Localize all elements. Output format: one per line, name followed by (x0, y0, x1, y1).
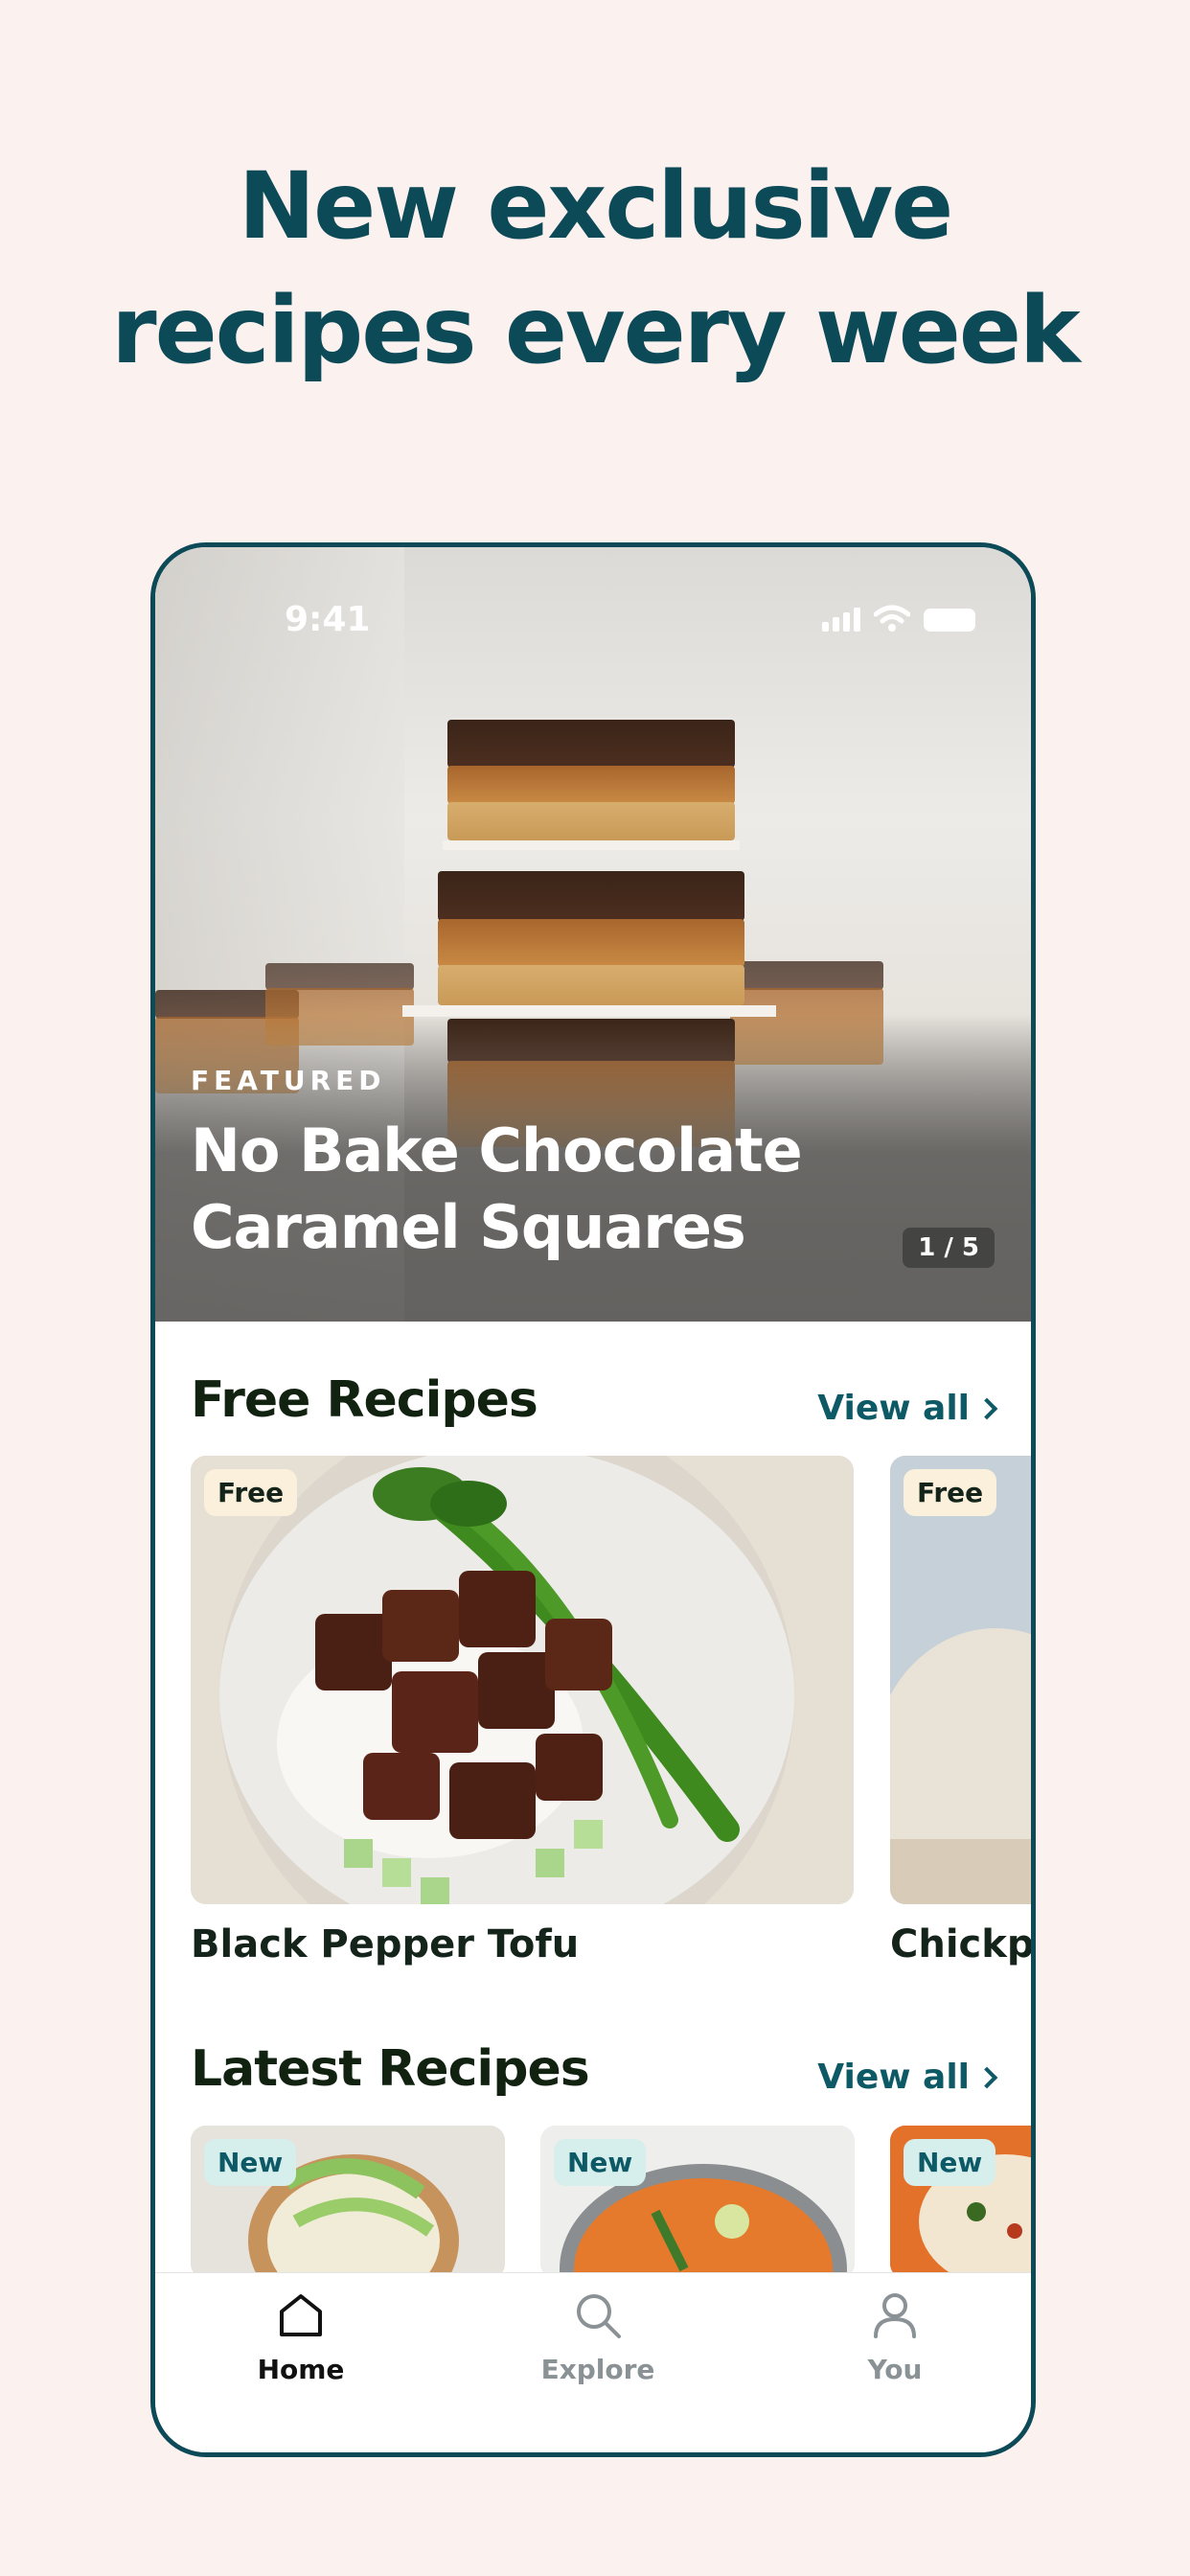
recipe-card-chickpea[interactable]: Free (890, 1456, 1031, 1904)
tab-explore-label: Explore (540, 2354, 655, 2385)
status-time: 9:41 (285, 600, 371, 639)
home-icon (280, 2294, 322, 2336)
latest-recipe-card-3[interactable]: New (890, 2126, 1031, 2279)
recipe-title[interactable]: Black Pepper Tofu (191, 1922, 579, 1966)
featured-label: FEATURED (191, 1065, 386, 1096)
view-all-label: View all (817, 1389, 970, 1428)
headline-line-1: New exclusive (238, 152, 953, 260)
latest-recipe-card-1[interactable]: New (191, 2126, 505, 2279)
free-badge: Free (904, 1469, 997, 1516)
carousel-counter: 1 / 5 (903, 1228, 995, 1268)
featured-title-line-2: Caramel Squares (191, 1192, 746, 1262)
free-recipes-view-all[interactable]: View all (817, 1389, 998, 1428)
status-icons (822, 605, 975, 632)
wifi-icon (874, 605, 910, 632)
view-all-label: View all (817, 2058, 970, 2097)
chevron-right-icon (975, 1397, 998, 1419)
user-icon (874, 2293, 916, 2338)
headline: New exclusive recipes every week (0, 144, 1190, 393)
latest-recipe-card-2[interactable]: New (540, 2126, 855, 2279)
tab-you[interactable]: You (799, 2288, 991, 2385)
recipe-image-chickpea (890, 1456, 1031, 1904)
new-badge: New (554, 2139, 647, 2186)
featured-title: No Bake Chocolate Caramel Squares (191, 1113, 804, 1266)
recipe-title[interactable]: Chickpe (890, 1922, 1031, 1966)
tab-explore[interactable]: Explore (502, 2288, 694, 2385)
free-recipes-title: Free Recipes (191, 1371, 538, 1429)
tab-bar: Home Explore You (155, 2272, 1031, 2452)
recipe-card-black-pepper-tofu[interactable]: Free (191, 1456, 854, 1904)
recipe-image-tofu (191, 1456, 854, 1904)
tab-home-label: Home (257, 2354, 345, 2385)
featured-hero[interactable]: 9:41 FEATURED No Bake Chocolate Caramel … (155, 547, 1031, 1322)
new-badge: New (204, 2139, 297, 2186)
tab-you-label: You (867, 2354, 923, 2385)
free-badge: Free (204, 1469, 298, 1516)
tab-home[interactable]: Home (205, 2288, 397, 2385)
latest-recipes-title: Latest Recipes (191, 2040, 590, 2098)
signal-icon (822, 608, 860, 632)
battery-icon (924, 609, 975, 632)
headline-line-2: recipes every week (111, 277, 1081, 384)
phone-frame: 9:41 FEATURED No Bake Chocolate Caramel … (150, 542, 1036, 2457)
latest-recipes-view-all[interactable]: View all (817, 2058, 998, 2097)
new-badge: New (904, 2139, 996, 2186)
featured-title-line-1: No Bake Chocolate (191, 1116, 803, 1185)
chevron-right-icon (975, 2066, 998, 2088)
search-icon (577, 2294, 621, 2338)
